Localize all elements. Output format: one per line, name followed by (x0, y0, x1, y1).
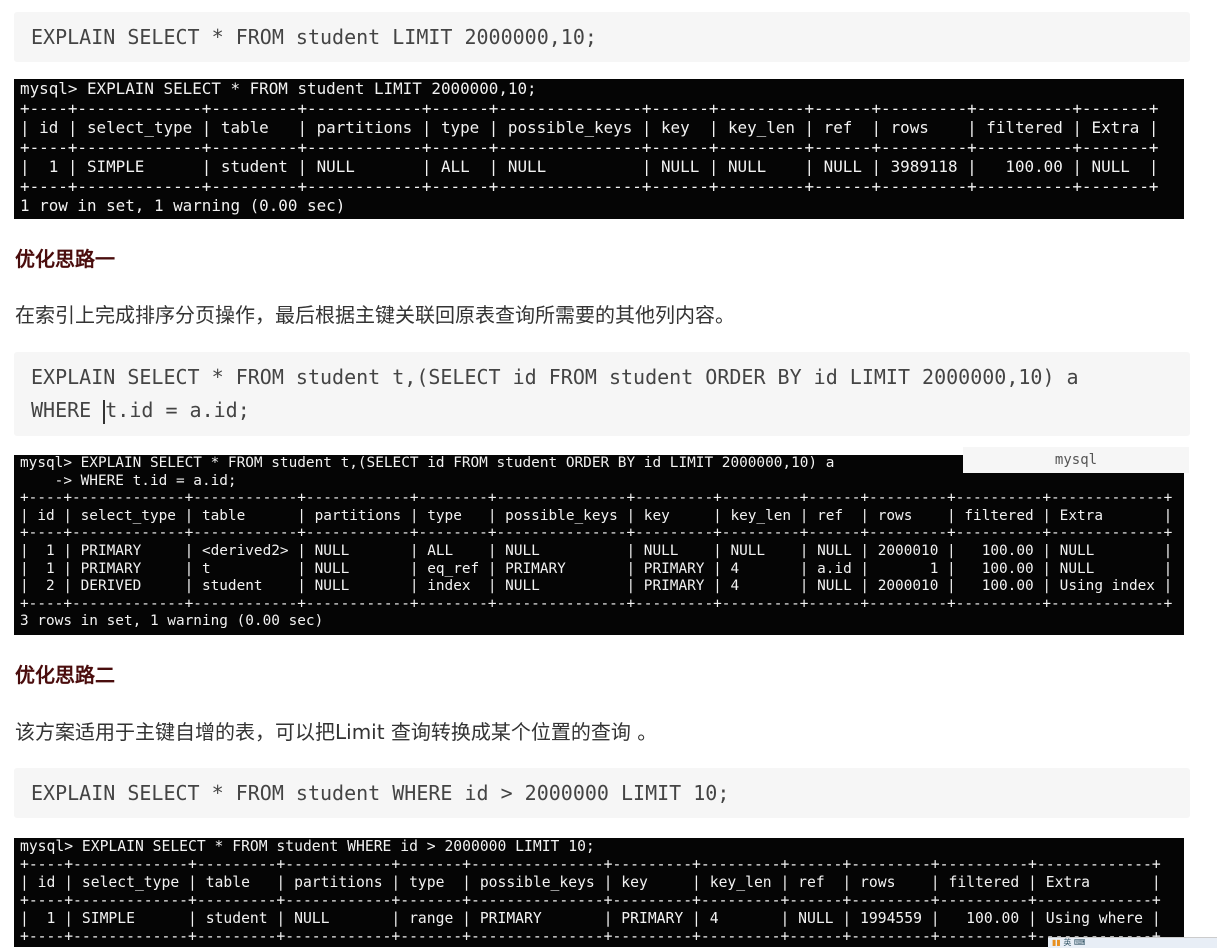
terminal-line: +----+-------------+------------+-------… (20, 595, 1173, 612)
terminal-line: | 1 | SIMPLE | student | NULL | range | … (20, 910, 1161, 927)
code-line: EXPLAIN SELECT * FROM student t,(SELECT … (31, 365, 1079, 389)
terminal-line: 3 rows in set, 1 warning (0.00 sec) (20, 613, 324, 630)
terminal-line: +----+-------------+---------+----------… (20, 137, 1159, 157)
terminal-line: +----+-------------+---------+----------… (20, 176, 1159, 196)
code-line: EXPLAIN SELECT * FROM student WHERE id >… (31, 781, 730, 805)
code-block-3: EXPLAIN SELECT * FROM student WHERE id >… (14, 768, 1190, 818)
terminal-line: +----+-------------+------------+-------… (20, 490, 1173, 507)
terminal-output-1: mysql> EXPLAIN SELECT * FROM student LIM… (14, 79, 1184, 219)
code-text: t.id = a.id; (105, 398, 250, 422)
terminal-line: | 2 | DERIVED | student | NULL | index |… (20, 578, 1173, 595)
code-block-2: EXPLAIN SELECT * FROM student t,(SELECT … (14, 352, 1190, 436)
ime-logo-icon: ▮▮ (1052, 938, 1061, 947)
code-line: WHERE t.id = a.id; (31, 394, 1190, 427)
section-text-2: 该方案适用于主键自增的表，可以把Limit 查询转换成某个位置的查询 。 (15, 720, 658, 744)
ime-toolbar[interactable]: ▮▮ 英 ⌨ (1048, 937, 1217, 948)
terminal-line: | id | select_type | table | partitions … (20, 507, 1173, 524)
terminal-line: +----+-------------+---------+----------… (20, 856, 1161, 873)
ime-language-indicator[interactable]: 英 (1063, 938, 1071, 947)
terminal-line: -> WHERE t.id = a.id; (20, 472, 237, 489)
code-line: EXPLAIN SELECT * FROM student LIMIT 2000… (31, 25, 597, 49)
keyboard-icon: ⌨ (1073, 938, 1086, 947)
terminal-line: +----+-------------+---------+----------… (20, 892, 1161, 909)
terminal-line: 1 row in set, 1 warning (0.00 sec) (20, 196, 346, 215)
code-language-label: mysql (963, 447, 1189, 473)
section-heading-1: 优化思路一 (15, 247, 115, 271)
terminal-output-3: mysql> EXPLAIN SELECT * FROM student WHE… (14, 838, 1184, 947)
terminal-line: | id | select_type | table | partitions … (20, 874, 1161, 891)
terminal-line: | 1 | SIMPLE | student | NULL | ALL | NU… (20, 157, 1159, 176)
code-keyword: WHERE (31, 398, 104, 422)
terminal-output-2: mysql> EXPLAIN SELECT * FROM student t,(… (14, 455, 1184, 635)
section-text-1: 在索引上完成排序分页操作，最后根据主键关联回原表查询所需要的其他列内容。 (15, 303, 735, 327)
terminal-line: mysql> EXPLAIN SELECT * FROM student WHE… (20, 838, 595, 855)
terminal-line: | 1 | PRIMARY | <derived2> | NULL | ALL … (20, 542, 1173, 559)
terminal-line: +----+-------------+---------+----------… (20, 928, 1161, 945)
terminal-line: +----+-------------+---------+----------… (20, 98, 1159, 118)
terminal-line: mysql> EXPLAIN SELECT * FROM student LIM… (20, 79, 537, 98)
terminal-line: +----+-------------+------------+-------… (20, 525, 1173, 542)
terminal-line: | 1 | PRIMARY | t | NULL | eq_ref | PRIM… (20, 560, 1173, 577)
section-heading-2: 优化思路二 (15, 663, 115, 687)
terminal-line: | id | select_type | table | partitions … (20, 118, 1159, 137)
code-block-1: EXPLAIN SELECT * FROM student LIMIT 2000… (14, 12, 1190, 62)
